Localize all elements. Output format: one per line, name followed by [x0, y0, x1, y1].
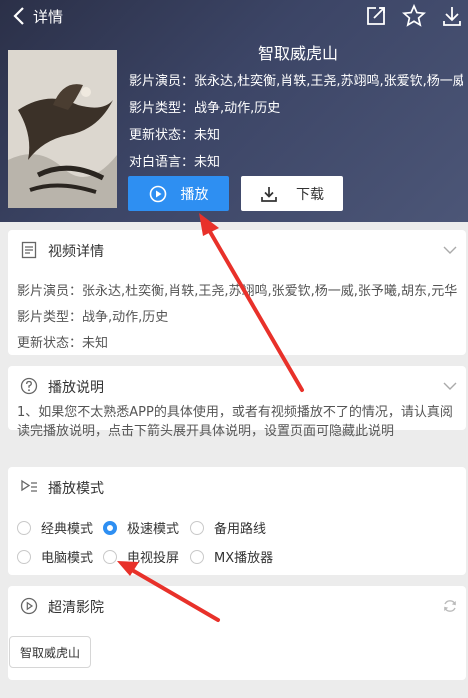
detail-type: 影片类型：战争,动作,历史 — [17, 310, 169, 325]
download-tray-icon — [261, 186, 277, 202]
chevron-down-icon[interactable] — [442, 378, 458, 394]
download-icon[interactable] — [440, 4, 464, 28]
mode-option-pc[interactable]: 电脑模式 — [17, 547, 93, 566]
refresh-icon[interactable] — [442, 598, 458, 614]
meta-type: 影片类型：战争,动作,历史 — [129, 101, 281, 116]
play-circle-icon — [20, 597, 38, 615]
radio-button[interactable] — [190, 549, 204, 564]
radio-button[interactable] — [190, 520, 204, 535]
page-title: 详情 — [33, 8, 64, 26]
back-arrow-icon[interactable] — [10, 5, 30, 27]
play-label: 播放 — [180, 186, 209, 203]
star-icon[interactable] — [402, 4, 426, 28]
share-icon[interactable] — [364, 4, 388, 28]
radio-button-checked[interactable] — [103, 520, 117, 535]
mode-label: 电视投屏 — [127, 551, 180, 566]
video-detail-title: 视频详情 — [48, 244, 104, 260]
play-mode-card: 播放模式 经典模式 极速模式 备用路线 电脑模式 电视投屏 MX播放器 — [8, 467, 466, 575]
video-detail-header[interactable]: 视频详情 — [8, 230, 466, 270]
download-button[interactable]: 下载 — [241, 176, 343, 211]
play-info-text: 1、如果您不太熟悉APP的具体使用，或者有视频播放不了的情况，请认真阅读完播放说… — [17, 405, 453, 439]
mode-option-classic[interactable]: 经典模式 — [17, 518, 93, 537]
play-info-title: 播放说明 — [48, 380, 104, 396]
mode-label: 备用路线 — [214, 522, 267, 537]
mode-label: 电脑模式 — [41, 551, 94, 566]
meta-language: 对白语言：未知 — [129, 155, 221, 170]
help-icon — [20, 377, 38, 395]
top-bar: 详情 — [0, 0, 468, 32]
playlist-icon — [21, 479, 37, 492]
play-info-header[interactable]: 播放说明 — [8, 366, 466, 406]
document-icon — [21, 241, 37, 259]
meta-actors: 影片演员：张永达,杜奕衡,肖轶,王尧,苏翊鸣,张爱钦,杨一威,张予曦,胡东,元华 — [129, 74, 463, 89]
mode-option-mx-player[interactable]: MX播放器 — [190, 547, 273, 566]
mode-option-fast[interactable]: 极速模式 — [103, 518, 179, 537]
movie-poster — [8, 50, 117, 208]
radio-button[interactable] — [17, 549, 31, 564]
play-mode-title: 播放模式 — [48, 481, 104, 497]
radio-button[interactable] — [103, 549, 117, 564]
poster-image — [8, 50, 117, 208]
mode-label: 极速模式 — [127, 522, 180, 537]
mode-option-tv-cast[interactable]: 电视投屏 — [103, 547, 179, 566]
hd-cinema-header[interactable]: 超清影院 — [8, 586, 466, 626]
mode-option-backup[interactable]: 备用路线 — [190, 518, 266, 537]
play-icon — [149, 185, 166, 202]
play-info-card: 播放说明 1、如果您不太熟悉APP的具体使用，或者有视频播放不了的情况，请认真阅… — [8, 366, 466, 439]
detail-header: 详情 智取威虎山 影片演员：张永达,杜奕衡,肖轶,王尧,苏翊鸣,张爱钦,杨一威,… — [0, 0, 468, 222]
meta-status: 更新状态：未知 — [129, 128, 221, 143]
detail-status: 更新状态：未知 — [17, 336, 109, 351]
play-mode-header: 播放模式 — [8, 467, 466, 507]
mode-label: 经典模式 — [41, 522, 94, 537]
movie-title: 智取威虎山 — [257, 44, 338, 63]
video-detail-card: 视频详情 影片演员：张永达,杜奕衡,肖轶,王尧,苏翊鸣,张爱钦,杨一威,张予曦,… — [8, 230, 466, 355]
play-button[interactable]: 播放 — [128, 176, 229, 211]
radio-button[interactable] — [17, 520, 31, 535]
detail-actors: 影片演员：张永达,杜奕衡,肖轶,王尧,苏翊鸣,张爱钦,杨一威,张予曦,胡东,元华 — [17, 284, 457, 299]
mode-label: MX播放器 — [214, 551, 274, 566]
download-label: 下载 — [296, 186, 324, 203]
hd-cinema-title: 超清影院 — [48, 600, 104, 616]
chevron-down-icon[interactable] — [442, 242, 458, 258]
cinema-chip[interactable]: 智取威虎山 — [9, 636, 92, 668]
